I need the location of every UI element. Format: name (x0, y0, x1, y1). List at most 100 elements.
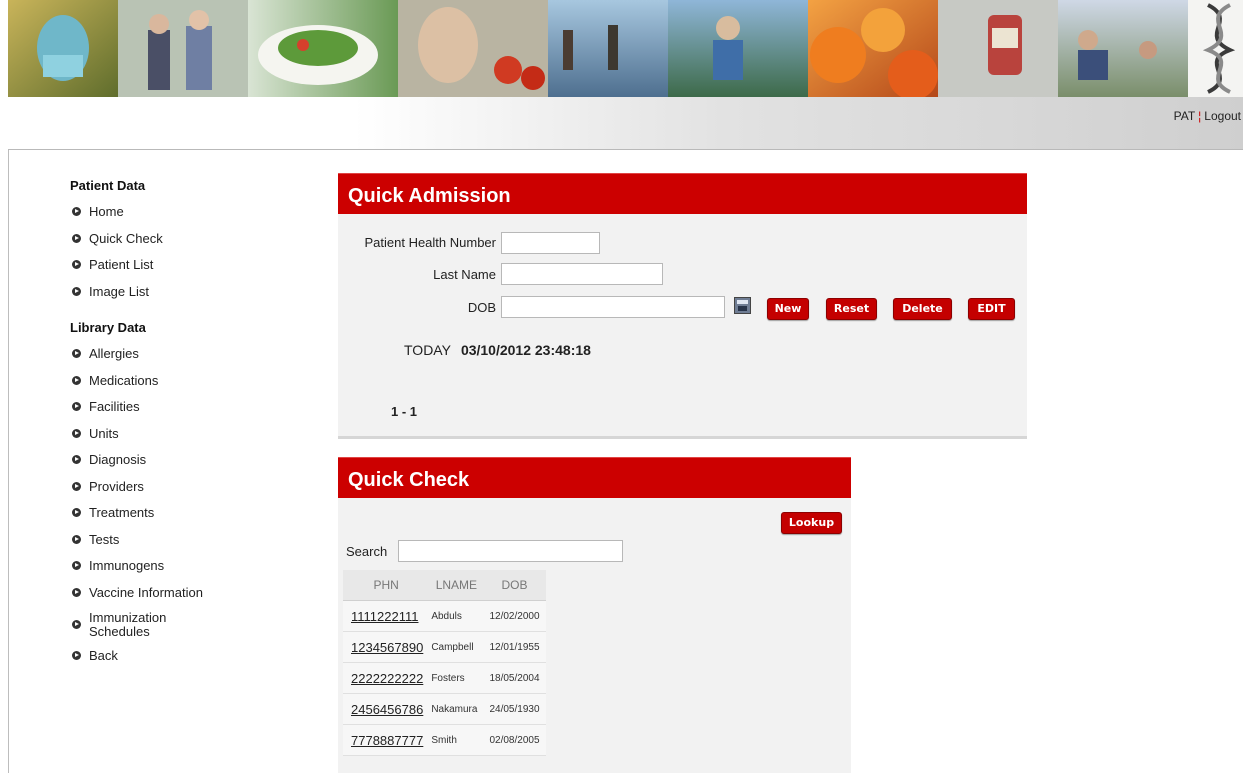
sidebar-heading-patient-data: Patient Data (70, 178, 146, 193)
arrow-bullet-icon (72, 651, 81, 660)
sidebar-item-back[interactable]: Back (70, 648, 310, 675)
sidebar-item-immunization-schedules[interactable]: Immunization Schedules (70, 611, 310, 648)
arrow-bullet-icon (72, 534, 81, 544)
sidebar-item-quick-check[interactable]: Quick Check (70, 231, 310, 258)
arrow-bullet-icon (72, 402, 81, 411)
sidebar-item-units[interactable]: Units (70, 426, 310, 453)
sidebar-item-label-line2: Schedules (89, 624, 150, 639)
column-header-lname[interactable]: LNAME (429, 570, 484, 601)
sidebar-item-vaccine-information[interactable]: Vaccine Information (70, 585, 310, 612)
phn-input[interactable] (501, 232, 600, 254)
sidebar-heading-library-data: Library Data (70, 320, 146, 335)
sidebar-item-diagnosis[interactable]: Diagnosis (70, 452, 310, 479)
sidebar-item-label: Immunization Schedules (89, 611, 166, 639)
arrow-bullet-icon (72, 561, 81, 570)
dob-cell: 12/02/2000 (483, 600, 546, 632)
table-row: 7778887777 Smith 02/08/2005 (343, 724, 546, 756)
delete-button[interactable]: Delete (893, 298, 952, 320)
column-header-dob[interactable]: DOB (483, 570, 546, 601)
today-datetime: 03/10/2012 23:48:18 (460, 342, 591, 358)
logout-link[interactable]: Logout (1204, 109, 1241, 123)
arrow-bullet-icon (72, 428, 81, 438)
phn-link[interactable]: 2456456786 (343, 693, 430, 725)
sidebar-item-label: Allergies (89, 346, 139, 361)
dob-cell: 24/05/1930 (483, 693, 546, 725)
sidebar-item-home[interactable]: Home (70, 204, 310, 231)
arrow-bullet-icon (72, 260, 81, 269)
dob-cell: 18/05/2004 (483, 662, 546, 694)
sidebar-item-label: Back (89, 648, 118, 663)
arrow-bullet-icon (72, 587, 81, 597)
dob-label: DOB (467, 300, 496, 315)
sidebar-item-label: Patient List (89, 257, 154, 272)
sidebar-item-label: Facilities (89, 399, 140, 414)
arrow-bullet-icon (72, 207, 81, 216)
lname-cell: Fosters (429, 662, 484, 694)
sidebar-item-label: Units (89, 425, 119, 441)
table-row: 1234567890 Campbell 12/01/1955 (343, 631, 546, 663)
dob-cell: 12/01/1955 (483, 631, 546, 663)
banner-photo-collage (8, 0, 1243, 97)
header-banner-image (8, 0, 1243, 97)
arrow-bullet-icon (72, 455, 81, 464)
last-name-label: Last Name (433, 267, 496, 282)
sidebar-item-tests[interactable]: Tests (70, 532, 310, 559)
sidebar-item-label: Immunogens (89, 558, 165, 573)
search-label: Search (346, 544, 388, 559)
patient-results-table: PHN LNAME DOB 1111222111 Abduls 12/02/20… (343, 570, 546, 756)
edit-button[interactable]: EDIT (968, 298, 1015, 320)
phn-link[interactable]: 7778887777 (343, 724, 430, 756)
sidebar-item-facilities[interactable]: Facilities (70, 399, 310, 426)
user-menu-separator: ¦ (1198, 109, 1202, 123)
dob-cell: 02/08/2005 (483, 724, 546, 756)
sidebar-nav: Patient Data Home Quick Check Patient Li… (70, 178, 310, 675)
lname-cell: Nakamura (429, 693, 484, 725)
table-header-row: PHN LNAME DOB (343, 570, 546, 601)
table-row: 1111222111 Abduls 12/02/2000 (343, 600, 546, 632)
sidebar-item-label: Quick Check (89, 230, 163, 246)
user-menu: PAT ¦ Logout (1174, 109, 1241, 123)
reset-button[interactable]: Reset (826, 298, 877, 320)
phn-link[interactable]: 2222222222 (343, 662, 430, 694)
calendar-icon[interactable] (734, 297, 751, 314)
sidebar-item-immunogens[interactable]: Immunogens (70, 558, 310, 585)
last-name-input[interactable] (501, 263, 663, 285)
arrow-bullet-icon (72, 233, 81, 243)
sidebar-item-patient-list[interactable]: Patient List (70, 257, 310, 284)
sidebar-item-label: Home (89, 204, 124, 219)
table-row: 2456456786 Nakamura 24/05/1930 (343, 693, 546, 725)
sidebar-item-allergies[interactable]: Allergies (70, 346, 310, 373)
today-label: TODAY (404, 342, 451, 358)
phn-link[interactable]: 1234567890 (343, 631, 430, 663)
lookup-button[interactable]: Lookup (781, 512, 842, 534)
phn-label: Patient Health Number (364, 235, 496, 250)
quick-admission-panel: Quick Admission Patient Health Number La… (338, 173, 1027, 439)
sidebar-item-medications[interactable]: Medications (70, 373, 310, 400)
sidebar-item-providers[interactable]: Providers (70, 479, 310, 506)
arrow-bullet-icon (72, 481, 81, 491)
column-header-phn[interactable]: PHN (343, 570, 430, 601)
sidebar-item-label-line1: Immunization (89, 610, 167, 625)
lname-cell: Abduls (429, 600, 484, 632)
arrow-bullet-icon (72, 349, 81, 358)
table-row: 2222222222 Fosters 18/05/2004 (343, 662, 546, 694)
quick-check-panel: Quick Check Lookup Search PHN LNAME DOB … (338, 457, 851, 773)
arrow-bullet-icon (72, 620, 81, 629)
sidebar-item-label: Treatments (89, 505, 155, 520)
sidebar-item-label: Tests (89, 531, 120, 547)
arrow-bullet-icon (72, 508, 81, 517)
lname-cell: Campbell (429, 631, 484, 663)
user-name-link[interactable]: PAT (1174, 109, 1196, 123)
sidebar-item-label: Medications (89, 372, 159, 388)
new-button[interactable]: New (767, 298, 809, 320)
search-input[interactable] (398, 540, 623, 562)
top-toolbar: PAT ¦ Logout (8, 97, 1243, 150)
sidebar-item-label: Image List (89, 283, 149, 299)
sidebar-item-image-list[interactable]: Image List (70, 284, 310, 311)
sidebar-item-label: Diagnosis (89, 452, 147, 467)
lname-cell: Smith (429, 724, 484, 756)
dob-input[interactable] (501, 296, 725, 318)
phn-link[interactable]: 1111222111 (343, 600, 430, 632)
arrow-bullet-icon (72, 375, 81, 385)
sidebar-item-treatments[interactable]: Treatments (70, 505, 310, 532)
